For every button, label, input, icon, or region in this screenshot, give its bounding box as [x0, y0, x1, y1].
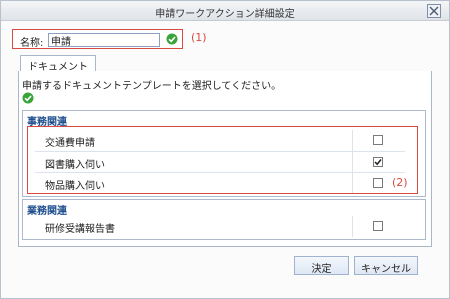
name-input[interactable] — [48, 33, 160, 47]
instruction-text: 申請するドキュメントテンプレートを選択してください。 — [22, 81, 282, 92]
selection-highlight — [27, 126, 418, 194]
group-business: 業務関連 研修受講報告書 — [22, 199, 426, 240]
dialog: 申請ワークアクション詳細設定 名称: (1) ドキュメント 申請するドキュメント… — [0, 0, 450, 299]
name-label: 名称: — [20, 38, 44, 49]
checkbox-item[interactable] — [373, 221, 383, 231]
annotation-marker-1: (1) — [191, 31, 207, 44]
name-field-group: 名称: — [12, 29, 183, 49]
cancel-button[interactable]: キャンセル — [354, 256, 418, 275]
item-label: 研修受講報告書 — [45, 224, 115, 235]
close-icon — [429, 6, 439, 16]
annotation-marker-2: (2) — [392, 176, 408, 189]
title-bar: 申請ワークアクション詳細設定 — [1, 1, 449, 21]
check-ok-icon — [22, 92, 34, 104]
group-title: 業務関連 — [27, 206, 67, 217]
check-ok-icon — [166, 33, 178, 45]
ok-button[interactable]: 決定 — [294, 256, 349, 275]
tab-document[interactable]: ドキュメント — [20, 55, 96, 73]
list-item: 研修受講報告書 — [35, 216, 405, 237]
close-button[interactable] — [427, 4, 441, 18]
dialog-title: 申請ワークアクション詳細設定 — [155, 9, 295, 20]
